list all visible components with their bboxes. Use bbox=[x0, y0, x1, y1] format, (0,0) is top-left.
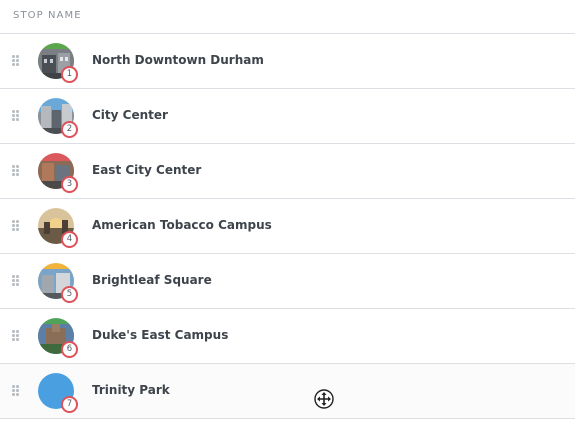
stop-avatar: 1 bbox=[38, 43, 78, 83]
stop-name: Brightleaf Square bbox=[92, 273, 212, 287]
stops-table: Stop Name 1 bbox=[0, 0, 575, 419]
stop-avatar: 5 bbox=[38, 263, 78, 303]
stop-number-badge: 4 bbox=[61, 231, 78, 248]
stop-name: City Center bbox=[92, 108, 168, 122]
stop-number-badge: 1 bbox=[61, 66, 78, 83]
stop-number-badge: 6 bbox=[61, 341, 78, 358]
stop-number-badge: 3 bbox=[61, 176, 78, 193]
stop-avatar: 7 bbox=[38, 373, 78, 413]
table-header: Stop Name bbox=[0, 0, 575, 34]
table-row[interactable]: 3 East City Center bbox=[0, 144, 575, 199]
stop-avatar: 2 bbox=[38, 98, 78, 138]
drag-handle-icon[interactable] bbox=[12, 165, 20, 177]
move-cursor-icon bbox=[314, 389, 334, 409]
stop-name: Trinity Park bbox=[92, 383, 170, 397]
stop-avatar: 3 bbox=[38, 153, 78, 193]
table-row[interactable]: 4 American Tobacco Campus bbox=[0, 199, 575, 254]
table-row[interactable]: 2 City Center bbox=[0, 89, 575, 144]
drag-handle-icon[interactable] bbox=[12, 110, 20, 122]
stop-number-badge: 2 bbox=[61, 121, 78, 138]
column-header-stop-name: Stop Name bbox=[13, 9, 82, 21]
stop-avatar: 4 bbox=[38, 208, 78, 248]
table-row[interactable]: 7 Trinity Park bbox=[0, 364, 575, 419]
drag-handle-icon[interactable] bbox=[12, 385, 20, 397]
drag-handle-icon[interactable] bbox=[12, 330, 20, 342]
table-row[interactable]: 1 North Downtown Durham bbox=[0, 34, 575, 89]
drag-handle-icon[interactable] bbox=[12, 55, 20, 67]
stop-number-badge: 5 bbox=[61, 286, 78, 303]
stop-number-badge: 7 bbox=[61, 396, 78, 413]
stop-name: North Downtown Durham bbox=[92, 53, 264, 67]
table-row[interactable]: 6 Duke's East Campus bbox=[0, 309, 575, 364]
stop-name: American Tobacco Campus bbox=[92, 218, 272, 232]
stop-name: Duke's East Campus bbox=[92, 328, 229, 342]
stop-avatar: 6 bbox=[38, 318, 78, 358]
drag-handle-icon[interactable] bbox=[12, 275, 20, 287]
drag-handle-icon[interactable] bbox=[12, 220, 20, 232]
stop-name: East City Center bbox=[92, 163, 202, 177]
table-row[interactable]: 5 Brightleaf Square bbox=[0, 254, 575, 309]
